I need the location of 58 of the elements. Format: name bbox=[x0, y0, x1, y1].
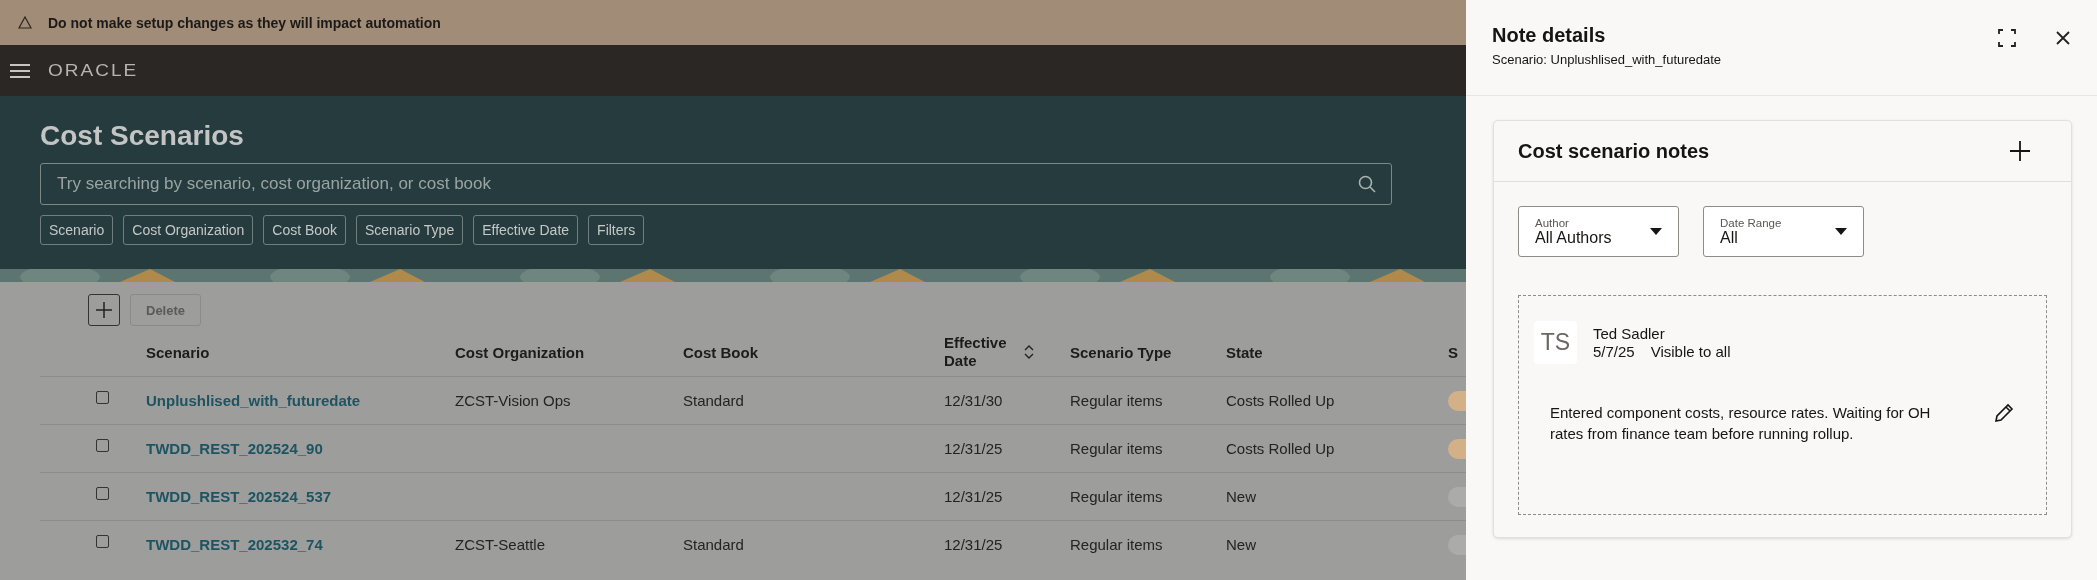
filter-chip[interactable]: Scenario bbox=[40, 215, 114, 245]
warning-message: Do not make setup changes as they will impact automation bbox=[48, 14, 441, 31]
caret-icon bbox=[1835, 228, 1847, 235]
column-header: Cost Book bbox=[683, 343, 758, 361]
note-visibility: Visible to all bbox=[1650, 343, 1731, 360]
search-field[interactable]: Try searching by scenario, cost organization, or cost book bbox=[40, 163, 1392, 205]
add-note-button[interactable] bbox=[2009, 140, 2031, 162]
note-date: 5/7/25 bbox=[1593, 343, 1635, 360]
filter-chip[interactable]: Effective Date bbox=[473, 215, 579, 245]
caret-icon bbox=[1650, 228, 1662, 235]
plus-icon bbox=[95, 301, 113, 319]
panel-title: Note details bbox=[1492, 24, 1607, 47]
menu-icon[interactable] bbox=[10, 62, 30, 79]
card-title: Cost scenario notes bbox=[1518, 139, 1710, 163]
filter-chip[interactable]: Scenario Type bbox=[355, 215, 464, 245]
table-cell: Regular items bbox=[1070, 440, 1163, 457]
sort-icon[interactable] bbox=[1024, 345, 1034, 359]
filter-chip[interactable]: Filters bbox=[588, 215, 645, 245]
table-cell: 12/31/25 bbox=[944, 440, 1003, 457]
edit-button[interactable] bbox=[1993, 402, 2015, 424]
filter-chip[interactable]: Cost Organization bbox=[123, 215, 254, 245]
warning-icon bbox=[18, 16, 32, 29]
table-cell: New bbox=[1226, 536, 1256, 553]
search-icon[interactable] bbox=[1358, 175, 1376, 193]
row-checkbox[interactable] bbox=[96, 534, 109, 548]
table-cell: ZCST-Seattle bbox=[455, 536, 546, 553]
expand-button[interactable] bbox=[1997, 28, 2017, 48]
column-header: S bbox=[1448, 343, 1458, 361]
row-checkbox[interactable] bbox=[96, 486, 109, 500]
filter-chip[interactable]: Cost Book bbox=[263, 215, 346, 245]
table-cell: New bbox=[1226, 488, 1256, 505]
table-cell: Standard bbox=[683, 536, 744, 553]
filter-dropdown[interactable]: Author All Authors bbox=[1518, 206, 1679, 257]
note-text: Entered component costs, resource rates. Waiting for OH rates from finance team before running rollup. bbox=[1550, 403, 1932, 444]
table-cell: 12/31/25 bbox=[944, 488, 1003, 505]
column-header: Scenario Type bbox=[1070, 343, 1172, 361]
table-cell: Regular items bbox=[1070, 392, 1163, 409]
table-cell: Costs Rolled Up bbox=[1226, 440, 1335, 457]
table-cell: 12/31/25 bbox=[944, 536, 1003, 553]
table-cell: Regular items bbox=[1070, 536, 1163, 553]
table-cell: ZCST-Vision Ops bbox=[455, 392, 571, 409]
column-header: Cost Organization bbox=[455, 343, 585, 361]
add-button[interactable] bbox=[88, 294, 120, 326]
panel-subtitle: Scenario: Unplushlised_with_futuredate bbox=[1492, 52, 1722, 67]
column-header: State bbox=[1226, 343, 1263, 361]
row-checkbox[interactable] bbox=[96, 438, 109, 452]
oracle-logo: ORACLE bbox=[48, 61, 139, 80]
note-author: Ted Sadler bbox=[1593, 325, 1666, 342]
table-cell: Regular items bbox=[1070, 488, 1163, 505]
table-cell: Costs Rolled Up bbox=[1226, 392, 1335, 409]
row-checkbox[interactable] bbox=[96, 390, 109, 404]
avatar: TS bbox=[1534, 321, 1577, 364]
column-header: Scenario bbox=[146, 343, 210, 361]
table-cell: Standard bbox=[683, 392, 744, 409]
table-cell: 12/31/30 bbox=[944, 392, 1003, 409]
page-title: Cost Scenarios bbox=[40, 120, 245, 152]
filter-dropdown[interactable]: Date Range All bbox=[1703, 206, 1864, 257]
column-header[interactable]: Effective Date bbox=[944, 334, 1014, 370]
